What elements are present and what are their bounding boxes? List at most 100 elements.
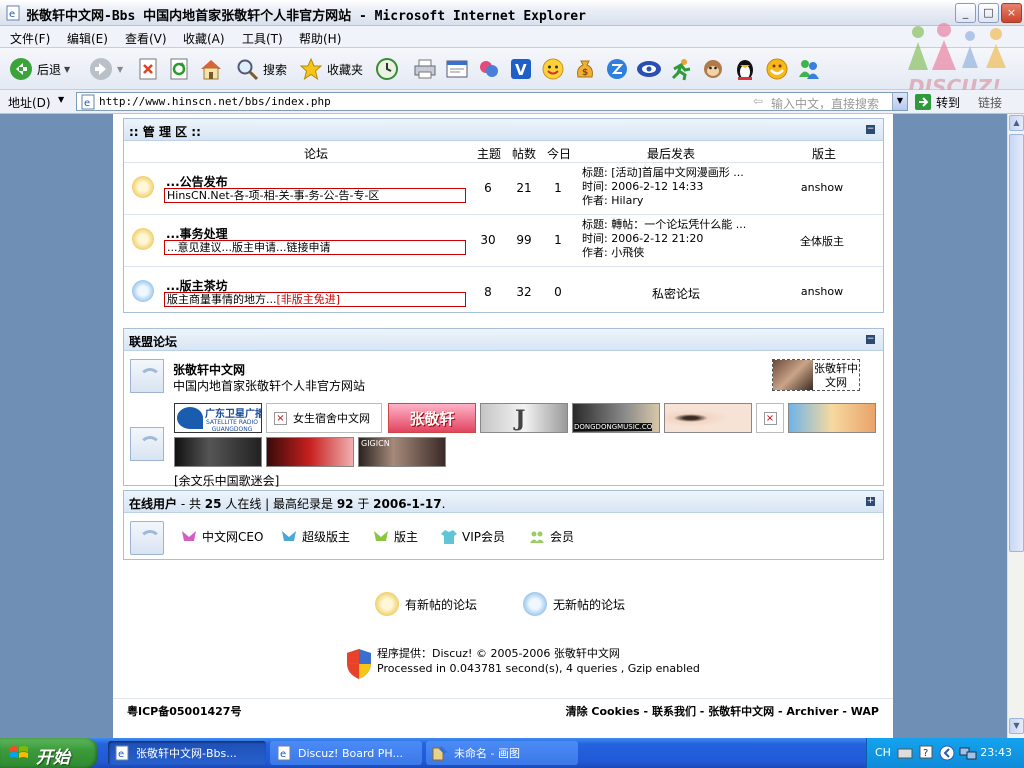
forum-moderator-link[interactable]: anshow <box>782 285 862 298</box>
sina-button[interactable] <box>636 54 662 84</box>
forum-row: ...事务处理 ...意见建议...版主申请...链接申请 30 99 1 标题… <box>124 215 883 267</box>
yahoo-button[interactable] <box>764 54 790 84</box>
menu-favorites[interactable]: 收藏(A) <box>183 30 225 47</box>
taskbar-item-paint[interactable]: 未命名 - 画图 <box>426 741 578 765</box>
col-topics: 主题 <box>477 147 502 161</box>
input-language-indicator[interactable]: CH <box>875 746 891 759</box>
wap-link[interactable]: WAP <box>851 705 879 718</box>
girl-photo-link[interactable] <box>788 403 876 433</box>
expand-icon[interactable]: + <box>866 497 875 506</box>
dark-photo-link[interactable] <box>174 437 262 467</box>
alliance-section: 联盟论坛 − 张敬轩中文网 中国内地首家张敬轩个人非官方网站 张敬轩中文网 广东… <box>123 328 884 489</box>
menu-help[interactable]: 帮助(H) <box>299 30 341 47</box>
keyboard-icon[interactable] <box>897 746 913 760</box>
v-plugin-button[interactable]: V <box>508 54 534 84</box>
svg-text:V: V <box>515 61 527 79</box>
last-post-info: 标题: 轉帖：一个论坛凭什么能 ... 时间: 2006-2-12 21:20 … <box>582 218 746 260</box>
site-home-link[interactable]: 张敬轩中文网 <box>708 705 774 718</box>
links-button[interactable]: 链接 <box>978 94 1002 111</box>
scroll-thumb[interactable] <box>1009 134 1024 552</box>
forward-dropdown-icon[interactable]: ▼ <box>117 65 123 74</box>
gd-radio-logo-link[interactable]: 广东卫星广播 SATELLITE RADIO GUANGDONG <box>174 403 262 433</box>
search-button[interactable]: 搜索 <box>234 54 287 84</box>
ie-icon: e <box>277 745 291 761</box>
web-page-viewport[interactable]: :: 管 理 区 :: − 论坛 主题 帖数 今日 最后发表 版主 ...公告发… <box>0 114 1007 738</box>
powered-by-info: 程序提供：Discuz! © 2005-2006 张敬轩中文网 Processe… <box>377 646 700 676</box>
gigicn-logo-link[interactable]: GIGICN <box>358 437 446 467</box>
alliance-site-logo[interactable]: 张敬轩中文网 <box>772 359 860 391</box>
forum-row: ...公告发布 HinsCN.Net-各-项-相-关-事-务-公-告-专-区 6… <box>124 163 883 215</box>
col-moderator: 版主 <box>812 147 837 161</box>
qq-button[interactable] <box>732 54 758 84</box>
address-dropdown-icon[interactable]: ▼ <box>892 93 907 110</box>
forum-description: ...意见建议...版主申请...链接申请 <box>164 240 466 255</box>
icp-license-link[interactable]: 粤ICP备05001427号 <box>127 703 241 719</box>
vertical-scrollbar[interactable]: ▲ ▼ <box>1007 114 1024 738</box>
edit-button[interactable] <box>444 54 470 84</box>
collapse-icon[interactable]: − <box>866 125 875 134</box>
print-button[interactable] <box>412 54 438 84</box>
menu-edit[interactable]: 编辑(E) <box>67 30 108 47</box>
go-button[interactable]: 转到 <box>914 93 960 111</box>
new-posts-icon <box>375 592 399 616</box>
clear-cookies-link[interactable]: 清除 Cookies <box>566 705 640 718</box>
back-button[interactable]: 后退 ▼ <box>8 54 70 84</box>
scroll-down-button[interactable]: ▼ <box>1009 718 1024 734</box>
refresh-button[interactable] <box>167 54 193 84</box>
admin-section-header: :: 管 理 区 :: − <box>124 119 883 141</box>
archiver-link[interactable]: Archiver <box>786 705 838 718</box>
qq-penguin-icon <box>737 60 753 80</box>
back-dropdown-icon[interactable]: ▼ <box>64 65 70 74</box>
contact-us-link[interactable]: 联系我们 <box>652 705 696 718</box>
forum-flag-icon <box>130 427 164 461</box>
online-users-header: 在线用户 - 共 25 人在线 | 最高纪录是 92 于 2006-1-17. … <box>124 491 883 513</box>
alliance-site-desc: 中国内地首家张敬轩个人非官方网站 <box>173 379 366 393</box>
home-button[interactable] <box>198 54 224 84</box>
alliance-section-header: 联盟论坛 − <box>124 329 883 351</box>
scroll-up-button[interactable]: ▲ <box>1009 115 1024 131</box>
clock[interactable]: 23:43 <box>980 746 1012 759</box>
address-label-dropdown-icon[interactable]: ▼ <box>58 95 64 104</box>
svg-text:$: $ <box>582 68 588 78</box>
messenger-button[interactable] <box>476 54 502 84</box>
menu-tools[interactable]: 工具(T) <box>242 30 283 47</box>
collapse-icon[interactable]: − <box>866 335 875 344</box>
history-button[interactable] <box>374 54 400 84</box>
group-vip: VIP会员 <box>440 528 505 545</box>
last-post-author-link[interactable]: 作者: Hilary <box>582 194 744 208</box>
dorm-site-link[interactable]: × 女生宿舍中文网 <box>266 403 382 433</box>
dongdong-logo-link[interactable]: DONGDONGMUSIC.CO <box>572 403 660 433</box>
forum-moderator-link[interactable]: anshow <box>782 181 862 194</box>
favorites-button[interactable]: 收藏夹 <box>298 54 363 84</box>
last-post-author-link[interactable]: 作者: 小飛俠 <box>582 246 746 260</box>
stop-button[interactable] <box>136 54 162 84</box>
red-photo-link[interactable] <box>266 437 354 467</box>
tray-collapse-icon[interactable] <box>939 745 955 761</box>
address-input[interactable]: e http://www.hinscn.net/bbs/index.php ⇦ … <box>76 92 908 111</box>
network-icon[interactable] <box>959 745 977 761</box>
taskbar-item-ie[interactable]: e 张敬轩中文网-Bbs... <box>108 741 266 765</box>
title-bar[interactable]: e 张敬轩中文网-Bbs 中国内地首家张敬轩个人非官方网站 - Microsof… <box>0 0 1024 26</box>
bag-button[interactable]: $ <box>572 54 598 84</box>
msn-button[interactable] <box>796 54 822 84</box>
eyes-image-link[interactable] <box>664 403 752 433</box>
taskbar-item-discuz[interactable]: e Discuz! Board PH... <box>270 741 422 765</box>
hins-logo-link[interactable]: 张敬轩 <box>388 403 476 433</box>
broken-link-image[interactable]: × <box>756 403 784 433</box>
menu-view[interactable]: 查看(V) <box>125 30 167 47</box>
runner-button[interactable] <box>668 54 694 84</box>
start-button[interactable]: 开始 <box>0 738 98 768</box>
smiley-button[interactable] <box>540 54 566 84</box>
last-post-title-link[interactable]: 标题: [活动]首届中文网漫画形 ... <box>582 166 744 180</box>
alliance-site-name-link[interactable]: 张敬轩中文网 <box>173 361 245 378</box>
yu-fan-club-link[interactable]: [余文乐中国歌迷会] <box>174 472 279 489</box>
help-tray-icon[interactable]: ? <box>919 744 933 760</box>
forward-button[interactable]: ▼ <box>88 54 123 84</box>
legend-old: 无新帖的论坛 <box>523 592 625 616</box>
j-logo-link[interactable]: J <box>480 403 568 433</box>
toolbar: 后退 ▼ ▼ 搜索 收藏夹 V $ <box>0 48 1024 90</box>
blue-button[interactable] <box>604 54 630 84</box>
menu-file[interactable]: 文件(F) <box>10 30 50 47</box>
last-post-title-link[interactable]: 标题: 轉帖：一个论坛凭什么能 ... <box>582 218 746 232</box>
monkey-button[interactable] <box>700 54 726 84</box>
